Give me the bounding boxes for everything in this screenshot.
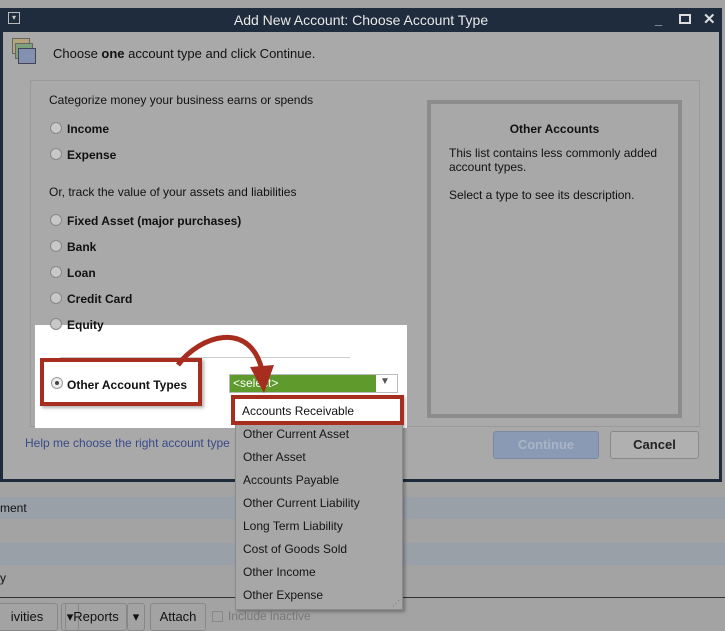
radio-expense[interactable] bbox=[50, 148, 62, 160]
instruction-text: Choose one account type and click Contin… bbox=[53, 46, 316, 61]
radio-bank[interactable] bbox=[50, 240, 62, 252]
description-hint: Select a type to see its description. bbox=[449, 188, 635, 202]
account-icon bbox=[12, 38, 36, 64]
section-label-earn-spend: Categorize money your business earns or … bbox=[49, 93, 314, 107]
dropdown-item-long-term-liability[interactable]: Long Term Liability bbox=[243, 519, 343, 533]
system-menu-icon[interactable]: ▾ bbox=[8, 12, 20, 24]
description-text: This list contains less commonly added a… bbox=[449, 146, 658, 174]
radio-loan[interactable] bbox=[50, 266, 62, 278]
description-title: Other Accounts bbox=[509, 122, 600, 136]
dropdown-item-other-current-liability[interactable]: Other Current Liability bbox=[243, 496, 360, 510]
window-title: Add New Account: Choose Account Type bbox=[233, 12, 489, 28]
dropdown-item-other-asset[interactable]: Other Asset bbox=[243, 450, 306, 464]
reports-dropdown[interactable]: ▾ bbox=[127, 603, 145, 631]
radio-credit-card[interactable] bbox=[50, 292, 62, 304]
dropdown-item-accounts-payable[interactable]: Accounts Payable bbox=[243, 473, 339, 487]
minimize-button[interactable]: _ bbox=[655, 12, 662, 27]
description-panel: Other Accounts This list contains less c… bbox=[427, 100, 682, 418]
radio-income[interactable] bbox=[50, 122, 62, 134]
option-loan-label[interactable]: Loan bbox=[67, 266, 96, 280]
close-button[interactable]: ✕ bbox=[703, 10, 716, 28]
option-expense-label[interactable]: Expense bbox=[67, 148, 116, 162]
dropdown-item-other-current-asset[interactable]: Other Current Asset bbox=[243, 427, 349, 441]
attach-button[interactable]: Attach bbox=[150, 603, 206, 631]
option-fixed-asset-label[interactable]: Fixed Asset (major purchases) bbox=[67, 214, 241, 228]
include-inactive-label: Include inactive bbox=[228, 609, 311, 623]
include-inactive-checkbox[interactable] bbox=[212, 611, 223, 622]
option-income-label[interactable]: Income bbox=[67, 122, 109, 136]
annotation-box-item bbox=[231, 395, 404, 425]
option-credit-card-label[interactable]: Credit Card bbox=[67, 292, 132, 306]
maximize-button[interactable] bbox=[679, 14, 691, 24]
activities-button[interactable]: ivities bbox=[0, 603, 58, 631]
dropdown-item-other-expense[interactable]: Other Expense bbox=[243, 588, 323, 602]
title-bar: Add New Account: Choose Account Type bbox=[0, 8, 722, 32]
cancel-button[interactable]: Cancel bbox=[610, 431, 699, 459]
bg-row-text: y bbox=[0, 571, 6, 585]
chevron-down-icon[interactable]: ▼ bbox=[380, 376, 390, 387]
option-bank-label[interactable]: Bank bbox=[67, 240, 96, 254]
dropdown-item-cost-of-goods-sold[interactable]: Cost of Goods Sold bbox=[243, 542, 347, 556]
continue-button[interactable]: Continue bbox=[493, 431, 599, 459]
help-link[interactable]: Help me choose the right account type bbox=[25, 436, 230, 450]
account-type-dropdown-list: Accounts Receivable Other Current Asset … bbox=[235, 395, 403, 610]
reports-button[interactable]: Reports bbox=[65, 603, 127, 631]
dropdown-item-other-income[interactable]: Other Income bbox=[243, 565, 316, 579]
radio-fixed-asset[interactable] bbox=[50, 214, 62, 226]
option-equity-label[interactable]: Equity bbox=[67, 318, 104, 332]
annotation-arrow bbox=[175, 335, 274, 393]
bg-row-text: ment bbox=[0, 501, 27, 515]
section-label-assets: Or, track the value of your assets and l… bbox=[49, 185, 297, 199]
radio-equity[interactable] bbox=[50, 318, 62, 330]
resize-grip-icon[interactable]: ⋰ bbox=[392, 599, 400, 608]
